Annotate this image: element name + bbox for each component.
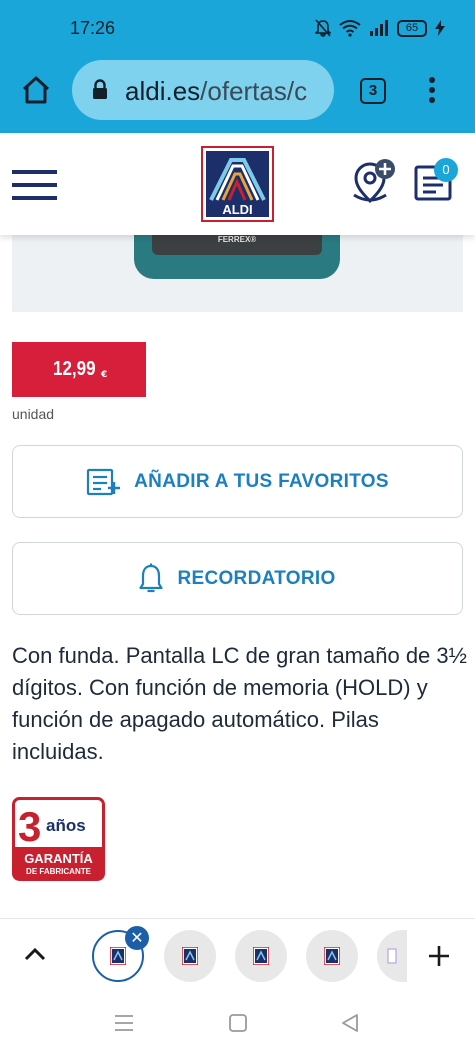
recent-apps-icon[interactable] xyxy=(114,1014,134,1032)
aldi-tab-icon xyxy=(182,947,198,965)
url-text: aldi.es/ofertas/c xyxy=(125,76,307,107)
charging-icon xyxy=(435,20,445,36)
multimeter-image: FERREX® xyxy=(134,235,340,279)
battery-indicator: 65 xyxy=(397,19,427,37)
warranty-line1: GARANTÍA xyxy=(24,851,93,866)
tab-strip: ✕ xyxy=(0,918,475,992)
price-badge: 12,99 € xyxy=(12,342,146,397)
warranty-badge-graphic: 3 años GARANTÍA DE FABRICANTE xyxy=(12,797,105,881)
browser-chrome: 17:26 65 aldi.es/ofertas/c 3 xyxy=(0,0,475,133)
home-button-icon[interactable] xyxy=(229,1014,247,1032)
tab-switcher-button[interactable]: 3 xyxy=(360,78,386,104)
back-button-icon[interactable] xyxy=(341,1014,359,1032)
lock-icon xyxy=(93,79,107,99)
tab-thumbnail[interactable] xyxy=(306,930,358,982)
page-tab-icon xyxy=(387,948,397,964)
aldi-tab-icon xyxy=(110,947,126,965)
product-description: Con funda. Pantalla LC de gran tamaño de… xyxy=(12,643,467,764)
url-bar[interactable]: aldi.es/ofertas/c xyxy=(72,60,334,120)
tab-thumbnail-partial[interactable] xyxy=(377,930,407,982)
aldi-logo-mark: ALDI xyxy=(206,151,269,217)
close-tab-icon[interactable]: ✕ xyxy=(125,926,149,950)
aldi-tab-icon xyxy=(324,947,340,965)
warranty-unit: años xyxy=(46,816,86,835)
product-image-brand: FERREX® xyxy=(218,235,256,244)
new-tab-plus-icon[interactable] xyxy=(428,945,450,967)
aldi-logo[interactable]: ALDI xyxy=(201,146,274,222)
tab-thumbnail[interactable] xyxy=(235,930,287,982)
home-icon[interactable] xyxy=(21,76,51,104)
hamburger-menu-icon[interactable] xyxy=(12,169,57,201)
aldi-logo-text: ALDI xyxy=(222,202,252,217)
add-to-favorites-button[interactable]: AÑADIR A TUS FAVORITOS xyxy=(12,445,463,518)
site-header: ALDI 0 xyxy=(0,133,475,235)
overflow-menu-icon[interactable] xyxy=(427,76,437,104)
wifi-icon xyxy=(339,20,361,37)
bell-icon xyxy=(139,563,164,592)
url-domain: aldi.es xyxy=(125,76,201,106)
product-image[interactable]: FERREX® xyxy=(12,235,463,312)
mute-icon xyxy=(315,19,331,37)
system-nav-bar xyxy=(0,992,475,1056)
price-unit: unidad xyxy=(12,406,55,422)
price-value: 12,99 xyxy=(53,358,96,380)
warranty-line2: DE FABRICANTE xyxy=(26,867,92,876)
signal-icon xyxy=(370,20,388,36)
favorites-list-icon xyxy=(87,468,121,495)
price-currency: € xyxy=(101,370,108,380)
warranty-years: 3 xyxy=(18,803,41,850)
cart-count-badge: 0 xyxy=(434,158,458,182)
url-path: /ofertas/c xyxy=(200,76,308,106)
chevron-up-icon[interactable] xyxy=(24,947,46,961)
tab-thumbnail[interactable] xyxy=(164,930,216,982)
reminder-label: RECORDATORIO xyxy=(177,567,336,589)
reminder-button[interactable]: RECORDATORIO xyxy=(12,542,463,615)
status-icons: 65 xyxy=(315,19,445,37)
aldi-tab-icon xyxy=(253,947,269,965)
status-time: 17:26 xyxy=(70,18,116,38)
store-locator-icon[interactable] xyxy=(350,157,398,205)
add-to-favorites-label: AÑADIR A TUS FAVORITOS xyxy=(134,470,389,492)
warranty-badge: 3 años GARANTÍA DE FABRICANTE xyxy=(12,797,105,881)
